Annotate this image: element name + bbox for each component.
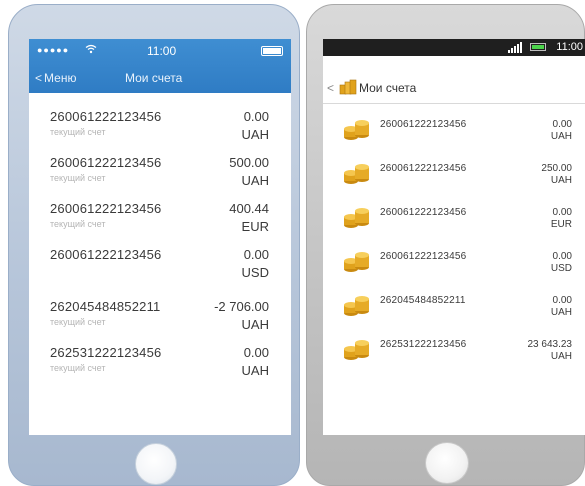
account-currency: UAH: [550, 351, 572, 362]
account-type: текущий счет: [50, 127, 106, 137]
account-currency: UAH: [550, 307, 572, 318]
account-number: 260061222123456: [380, 163, 467, 174]
account-currency: USD: [241, 265, 269, 280]
account-amount: 500.00: [229, 155, 269, 170]
ios-top-bar: ●●●●● 11:00 < Меню Мои счета: [29, 39, 291, 93]
account-type: текущий счет: [50, 219, 106, 229]
back-button[interactable]: <: [327, 81, 334, 95]
status-time: 11:00: [556, 41, 583, 53]
account-row[interactable]: 260061222123456 текущий счет 400.44 EUR: [29, 201, 291, 247]
account-row[interactable]: 260061222123456 250.00 UAH: [323, 159, 585, 203]
account-row[interactable]: 262045484852211 текущий счет -2 706.00 U…: [29, 299, 291, 345]
account-currency: EUR: [241, 219, 269, 234]
status-time: 11:00: [147, 44, 177, 58]
account-row[interactable]: 260061222123456 текущий счет 0.00 UAH: [29, 109, 291, 155]
battery-icon: [530, 43, 546, 51]
account-row[interactable]: 262045484852211 0.00 UAH: [323, 291, 585, 335]
coins-icon: [343, 205, 371, 231]
account-amount: 400.44: [229, 201, 269, 216]
android-status-bar: 11:00: [323, 39, 585, 56]
account-amount: 250.00: [541, 163, 572, 174]
android-accounts-list: 260061222123456 0.00 UAH 260061222123456…: [323, 115, 585, 375]
account-amount: 0.00: [552, 207, 572, 218]
ios-screen: ●●●●● 11:00 < Меню Мои счета 260061222123…: [29, 39, 291, 435]
ios-status-bar: ●●●●● 11:00: [29, 44, 291, 60]
page-title: Мои счета: [359, 81, 417, 95]
account-currency: UAH: [241, 317, 269, 332]
account-currency: UAH: [241, 363, 269, 378]
coins-icon: [343, 293, 371, 319]
account-amount: 0.00: [243, 109, 269, 124]
account-number: 260061222123456: [50, 201, 162, 216]
account-amount: 0.00: [243, 345, 269, 360]
android-phone-frame: 11:00 < Мои счета 260061222123456 0.00 U…: [306, 4, 585, 486]
account-currency: UAH: [241, 127, 269, 142]
account-row[interactable]: 260061222123456 0.00 USD: [29, 247, 291, 299]
account-amount: 0.00: [552, 119, 572, 130]
account-number: 260061222123456: [50, 247, 162, 262]
back-button[interactable]: < Меню: [35, 71, 76, 85]
signal-icon: ●●●●●: [37, 45, 70, 55]
back-button-label: Меню: [44, 71, 77, 85]
home-button[interactable]: [135, 443, 177, 485]
android-screen: 11:00 < Мои счета 260061222123456 0.00 U…: [323, 39, 585, 435]
account-number: 260061222123456: [380, 119, 467, 130]
android-header: < Мои счета: [323, 77, 585, 103]
account-row[interactable]: 260061222123456 0.00 UAH: [323, 115, 585, 159]
wifi-icon: [85, 44, 97, 57]
coins-icon: [339, 79, 357, 95]
coins-icon: [343, 337, 371, 363]
account-currency: USD: [550, 263, 572, 274]
coins-icon: [343, 249, 371, 275]
account-row[interactable]: 260061222123456 0.00 USD: [323, 247, 585, 291]
account-amount: 0.00: [552, 295, 572, 306]
account-number: 262045484852211: [50, 299, 161, 314]
account-type: текущий счет: [50, 173, 106, 183]
ios-phone-frame: ●●●●● 11:00 < Меню Мои счета 260061222123…: [8, 4, 300, 486]
ios-accounts-list: 260061222123456 текущий счет 0.00 UAH 26…: [29, 109, 291, 391]
account-currency: EUR: [550, 219, 572, 230]
account-number: 260061222123456: [380, 251, 467, 262]
account-number: 260061222123456: [50, 109, 162, 124]
account-row[interactable]: 260061222123456 0.00 EUR: [323, 203, 585, 247]
account-row[interactable]: 262531222123456 текущий счет 0.00 UAH: [29, 345, 291, 391]
coins-icon: [343, 117, 371, 143]
account-number: 262531222123456: [380, 339, 467, 350]
battery-icon: [261, 46, 283, 56]
account-amount: 23 643.23: [527, 339, 573, 350]
account-amount: 0.00: [552, 251, 572, 262]
account-number: 260061222123456: [50, 155, 162, 170]
page-title: Мои счета: [125, 71, 183, 85]
account-row[interactable]: 262531222123456 23 643.23 UAH: [323, 335, 585, 375]
account-row[interactable]: 260061222123456 текущий счет 500.00 UAH: [29, 155, 291, 201]
account-currency: UAH: [550, 131, 572, 142]
account-number: 262531222123456: [50, 345, 162, 360]
account-number: 262045484852211: [380, 295, 466, 306]
header-divider: [323, 103, 585, 104]
account-type: текущий счет: [50, 317, 106, 327]
chevron-left-icon: <: [35, 71, 43, 85]
account-currency: UAH: [550, 175, 572, 186]
account-amount: -2 706.00: [214, 299, 269, 314]
account-number: 260061222123456: [380, 207, 467, 218]
account-type: текущий счет: [50, 363, 106, 373]
account-amount: 0.00: [243, 247, 269, 262]
account-currency: UAH: [241, 173, 269, 188]
coins-icon: [343, 161, 371, 187]
signal-icon: [508, 41, 522, 53]
ios-nav-bar: < Меню Мои счета: [29, 69, 291, 89]
home-button[interactable]: [425, 442, 469, 484]
